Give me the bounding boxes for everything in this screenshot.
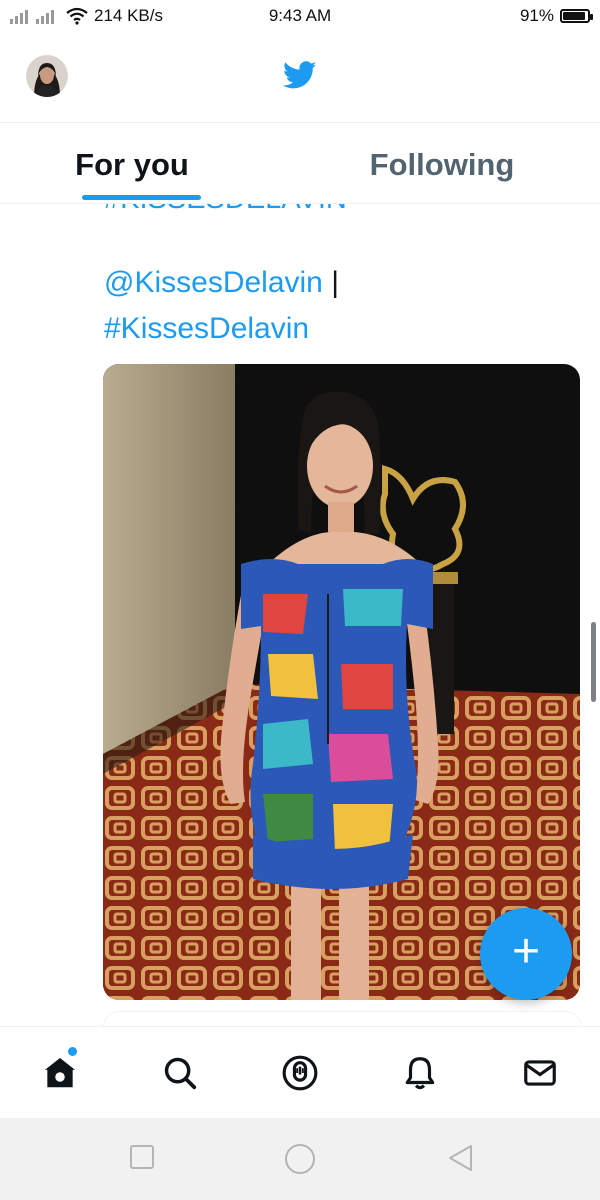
search-icon [164,1057,197,1090]
compose-tweet-button[interactable]: + [480,908,572,1000]
messages-icon [524,1060,556,1086]
tweet-separator: | [331,266,340,299]
android-navigation-bar [0,1118,600,1200]
timeline-tabs: For you Following [0,123,600,204]
status-right: 91% [519,6,593,26]
tweet-text: @KissesDelavin | #KissesDelavin [104,260,339,352]
tweet-hashtag[interactable]: #KissesDelavin [104,312,309,345]
home-circle-icon[interactable] [283,1142,317,1176]
notifications-icon [405,1057,435,1090]
battery-icon [560,9,593,23]
nav-home[interactable] [0,1027,120,1119]
battery-fill [563,12,585,20]
status-bar: 214 KB/s 9:43 AM 91% [0,0,600,32]
profile-avatar[interactable] [26,55,68,97]
tab-following-label: Following [369,147,515,182]
tweet-mention[interactable]: @KissesDelavin [104,266,323,299]
nav-search[interactable] [120,1027,240,1119]
status-time: 9:43 AM [268,6,332,25]
tweet-media-image[interactable] [103,364,580,1000]
active-tab-indicator [82,195,201,200]
spaces-icon [282,1055,318,1091]
bottom-navigation [0,1026,600,1119]
twitter-bird-icon[interactable] [281,58,319,92]
recent-apps-icon[interactable] [128,1143,156,1171]
back-icon[interactable] [446,1143,476,1173]
nav-spaces[interactable] [240,1027,360,1119]
nav-notifications[interactable] [360,1027,480,1119]
top-bar [0,32,600,123]
compose-plus-icon: + [511,925,541,978]
home-notification-dot [68,1047,77,1056]
tab-for-you-label: For you [75,147,189,182]
scrollbar[interactable] [591,622,596,702]
tab-for-you[interactable]: For you [0,123,300,203]
tweet-photo [103,364,580,1000]
timeline-content: #KISSESDELAVIN @KissesDelavin | #KissesD… [0,203,600,1026]
nav-messages[interactable] [480,1027,600,1119]
battery-percent: 91% [519,6,554,25]
next-tweet-card[interactable] [103,1011,582,1026]
home-icon [44,1057,76,1088]
tab-following[interactable]: Following [300,123,600,203]
tweet-hashtag-cutoff[interactable]: #KISSESDELAVIN [104,203,347,216]
